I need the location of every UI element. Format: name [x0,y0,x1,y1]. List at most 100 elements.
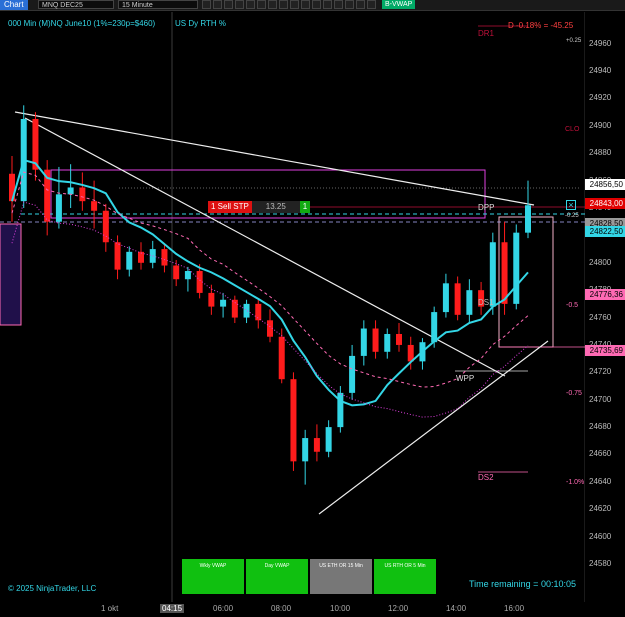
day-vwap-button[interactable]: Day VWAP [246,559,308,594]
y-tick-label: 24720 [589,367,612,377]
candle-body [313,438,320,452]
candle-body [372,328,379,352]
x-tick-label: 06:00 [213,604,234,613]
indicator-button[interactable]: B-VWAP [382,0,416,9]
candle-body [184,271,191,280]
pct-025-label: -0.25 [565,213,579,219]
candle-body [325,427,332,452]
x-tick-label: 1 okt [101,604,119,613]
chart-tab[interactable]: Chart [0,0,28,10]
trendline-upper [14,111,535,206]
x-tick-label: 08:00 [271,604,292,613]
pl-label: D -0.18% = -45.25 [508,21,574,30]
x-tick-label: 04:15 [160,604,185,613]
toolbar-button-9[interactable] [290,0,299,9]
candle-body [220,299,227,307]
price-tag: 24822,50 [585,225,625,237]
price-chart[interactable] [0,12,585,602]
toolbar-button-14[interactable] [345,0,354,9]
candle-body [79,187,86,202]
ds1-label: DS1 [478,298,494,307]
candle-body [173,265,180,280]
toolbar-button-5[interactable] [246,0,255,9]
wkly-vwap-label: Wkly VWAP [199,563,227,569]
x-tick-label: 10:00 [330,604,351,613]
candle-body [102,210,109,243]
time-remaining: Time remaining = 00:10:05 [469,579,576,589]
price-tag: 24856,50 [585,179,625,191]
candle-body [196,271,203,293]
eth-or-label: US ETH OR 15 Min [319,563,363,569]
toolbar-button-15[interactable] [356,0,365,9]
y-tick-label: 24640 [589,476,612,486]
y-tick-label: 24760 [589,312,612,322]
pct-075-label: -0.75 [566,390,582,397]
candle-body [513,232,520,304]
order-count[interactable]: 1 [299,201,311,213]
left-range-box [0,223,22,326]
close-order-icon[interactable]: × [566,200,576,210]
candle-body [384,333,391,352]
pct-10-label: -1.0% [566,479,585,486]
y-tick-label: 24960 [589,38,612,48]
candle-body [501,242,508,304]
toolbar-button-10[interactable] [301,0,310,9]
candle-body [466,290,473,315]
top-toolbar: Chart MNQ DEC25 15 Minute B-VWAP [0,0,625,11]
candle-body [55,194,62,222]
candle-body [302,438,309,462]
chart-title: 000 Min (M)NQ June10 (1%=230p=$460) [8,19,156,28]
toolbar-button-3[interactable] [224,0,233,9]
session-label: US Dy RTH % [175,19,226,28]
y-tick-label: 24880 [589,148,612,158]
candle-body [278,336,285,380]
y-tick-label: 24800 [589,257,612,267]
y-tick-label: 24940 [589,66,612,76]
ds2-label: DS2 [478,473,494,482]
candle-body [442,283,449,313]
candle-body [525,205,531,233]
y-tick-label: 24920 [589,93,612,103]
pct-05-label: -0.5 [566,302,579,309]
candle-body [208,292,215,307]
toolbar-button-4[interactable] [235,0,244,9]
candle-body [349,355,356,393]
wpp-label: WPP [456,374,475,383]
candle-body [489,242,496,307]
y-tick-label: 24700 [589,394,612,404]
rth-or-label: US RTH OR 5 Min [384,563,426,569]
y-tick-label: 24660 [589,449,612,459]
order-price-label[interactable]: 13.25 [251,201,300,213]
toolbar-button-11[interactable] [312,0,321,9]
y-tick-label: 24680 [589,422,612,432]
toolbar-button-13[interactable] [334,0,343,9]
sell-stop-order[interactable]: 1 Sell STP 13.25 1 [208,201,311,213]
candle-body [454,283,461,315]
toolbar-button-8[interactable] [279,0,288,9]
candle-body [431,312,438,343]
y-tick-label: 24900 [589,120,612,130]
price-tag: 24735,69 [585,344,625,356]
eth-or-button[interactable]: US ETH OR 15 Min [310,559,372,594]
candle-body [255,303,262,321]
order-type-label[interactable]: 1 Sell STP [208,201,252,213]
dr1-label: DR1 [478,29,495,38]
x-tick-label: 16:00 [504,604,525,613]
x-tick-label: 12:00 [388,604,409,613]
price-tag: 24776,36 [585,289,625,301]
toolbar-button-1[interactable] [202,0,211,9]
instrument-selector[interactable]: MNQ DEC25 [38,0,114,9]
toolbar-button-16[interactable] [367,0,376,9]
toolbar-button-2[interactable] [213,0,222,9]
y-tick-label: 24620 [589,504,612,514]
vwap-line [11,158,529,407]
rth-or-button[interactable]: US RTH OR 5 Min [374,559,436,594]
copyright: © 2025 NinjaTrader, LLC [8,584,97,593]
interval-selector[interactable]: 15 Minute [118,0,198,9]
clo-label: CLO [565,126,580,133]
toolbar-button-7[interactable] [268,0,277,9]
wkly-vwap-button[interactable]: Wkly VWAP [182,559,244,594]
candle-body [360,328,367,356]
toolbar-button-12[interactable] [323,0,332,9]
toolbar-button-6[interactable] [257,0,266,9]
